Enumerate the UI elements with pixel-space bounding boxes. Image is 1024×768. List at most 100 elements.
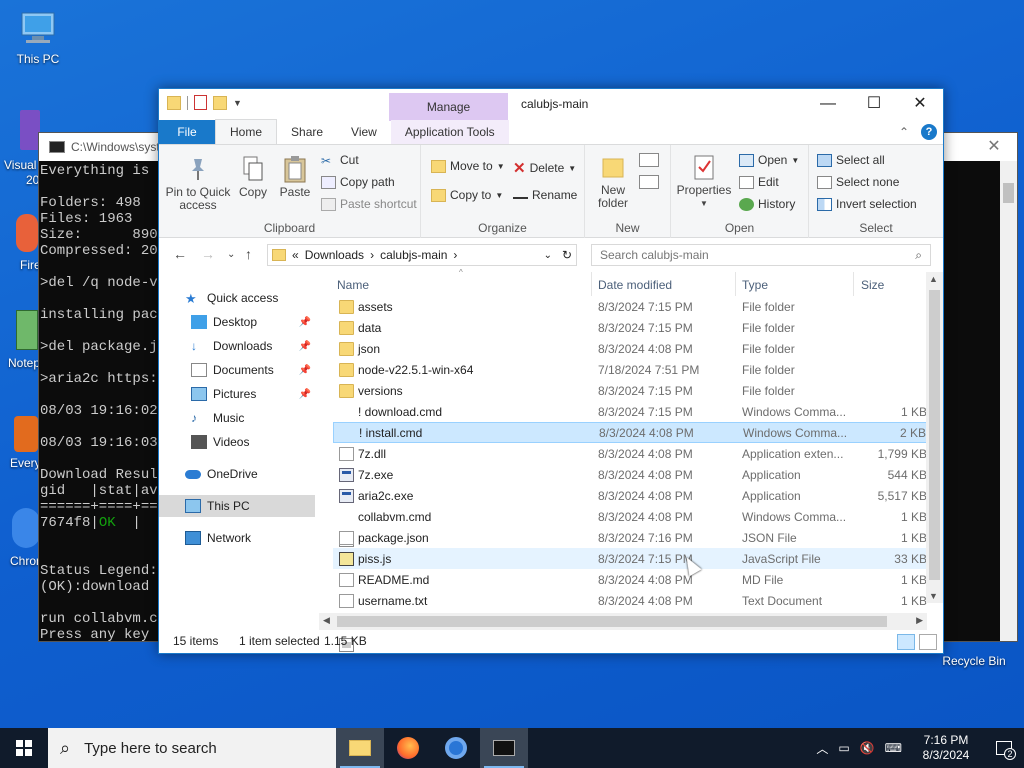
action-center-button[interactable]: 2 [984, 728, 1024, 768]
firefox-icon[interactable] [16, 214, 38, 252]
nav-onedrive[interactable]: OneDrive [159, 463, 315, 485]
nav-quick-access[interactable]: ★ Quick access [159, 287, 315, 309]
nav-videos[interactable]: Videos [159, 431, 315, 453]
manage-context-tab[interactable]: Manage [389, 93, 508, 121]
cut-button[interactable]: ✂ Cut [321, 153, 359, 168]
paste-button[interactable]: Paste [275, 155, 315, 199]
address-field[interactable]: « Downloads › calubjs-main › ⌄ ↻ [267, 244, 577, 266]
history-button[interactable]: History [739, 197, 795, 211]
taskbar-file-explorer[interactable] [336, 728, 384, 768]
desktop-icon-recycle-bin[interactable]: Recycle Bin [938, 640, 1010, 668]
collapse-ribbon-icon[interactable]: ⌃ [899, 125, 909, 139]
address-dropdown-icon[interactable]: ⌄ [544, 250, 552, 261]
file-list-horizontal-scrollbar[interactable]: ◀ ▶ [319, 613, 927, 630]
cmd-scroll-thumb[interactable] [1003, 183, 1014, 203]
file-row[interactable]: ! download.cmd 8/3/2024 7:15 PM Windows Co… [333, 401, 927, 547]
cmd-close-button[interactable]: ✕ [971, 133, 1017, 161]
delete-button[interactable]: ✕ Delete ▼ [513, 159, 576, 177]
file-row[interactable]: versions 8/3/2024 7:15 PM File folder [333, 380, 927, 401]
breadcrumb-calubjs-main[interactable]: calubjs-main [380, 248, 447, 262]
volume-muted-icon[interactable]: 🔇 [860, 741, 875, 755]
file-explorer-window[interactable]: ▼ Manage calubjs-main — ☐ ✕ File Home Sh… [158, 88, 944, 654]
taskbar-chromium[interactable] [432, 728, 480, 768]
copy-to-button[interactable]: Copy to ▼ [431, 188, 503, 202]
new-folder-qat-icon[interactable] [213, 95, 227, 110]
help-icon[interactable]: ? [921, 124, 937, 140]
tab-application-tools[interactable]: Application Tools [390, 120, 509, 144]
tab-file[interactable]: File [159, 120, 215, 144]
scroll-down-icon[interactable]: ▼ [929, 591, 938, 601]
file-row[interactable]: aria2c.exe 8/3/2024 4:08 PM Application 5,5… [333, 485, 927, 506]
column-name[interactable]: Name [337, 278, 369, 292]
cmd-scrollbar[interactable] [1000, 161, 1017, 641]
desktop-icon-this-pc[interactable]: This PC [2, 10, 74, 66]
close-button[interactable]: ✕ [897, 89, 943, 119]
scroll-thumb[interactable] [929, 290, 940, 580]
file-row[interactable]: json 8/3/2024 4:08 PM File folder [333, 338, 927, 359]
breadcrumb-downloads[interactable]: Downloads [305, 248, 364, 262]
file-row[interactable]: username.txt 8/3/2024 4:08 PM Text Documen… [333, 590, 927, 611]
scroll-left-icon[interactable]: ◀ [323, 615, 330, 626]
tab-share[interactable]: Share [277, 120, 337, 144]
search-input[interactable]: Search calubjs-main ⌕ [591, 244, 931, 266]
taskbar-search-box[interactable]: ⌕ Type here to search [48, 728, 336, 768]
maximize-button[interactable]: ☐ [851, 89, 897, 119]
nav-desktop[interactable]: Desktop 📌 [159, 311, 315, 333]
network-icon[interactable]: ▭ [838, 741, 849, 755]
taskbar-command-prompt[interactable] [480, 728, 528, 768]
nav-downloads[interactable]: ↓ Downloads 📌 [159, 335, 315, 357]
everything-icon[interactable] [14, 416, 38, 452]
file-row[interactable]: 7z.exe 8/3/2024 4:08 PM Application 544 KB [333, 464, 927, 485]
details-view-icon[interactable] [897, 634, 915, 650]
paste-shortcut-button[interactable]: Paste shortcut [321, 197, 417, 211]
nav-this-pc[interactable]: This PC [159, 495, 315, 517]
clock[interactable]: 7:16 PM 8/3/2024 [908, 733, 984, 763]
file-row[interactable]: collabvm.cmd 8/3/2024 4:08 PM Windows Comm… [333, 506, 927, 652]
scroll-right-icon[interactable]: ▶ [916, 615, 923, 626]
file-row[interactable]: assets 8/3/2024 7:15 PM File folder [333, 296, 927, 317]
column-type[interactable]: Type [742, 278, 768, 292]
visual-studio-icon[interactable] [20, 110, 40, 150]
new-item-icon[interactable] [639, 153, 659, 167]
copy-button[interactable]: Copy [233, 155, 273, 199]
minimize-button[interactable]: — [805, 89, 851, 119]
scroll-thumb[interactable] [337, 616, 887, 627]
properties-qat-icon[interactable] [194, 95, 207, 110]
nav-music[interactable]: ♪ Music [159, 407, 315, 429]
show-hidden-icons-chevron-icon[interactable]: ︿ [816, 740, 828, 757]
file-list-vertical-scrollbar[interactable]: ▲ ▼ [926, 272, 943, 603]
back-arrow-icon[interactable]: ← [173, 246, 187, 262]
taskbar-firefox[interactable] [384, 728, 432, 768]
forward-arrow-icon[interactable]: → [201, 246, 215, 262]
large-icons-view-icon[interactable] [919, 634, 937, 650]
file-row[interactable]: package.json 8/3/2024 7:16 PM JSON File 1 K… [333, 527, 927, 548]
open-button[interactable]: Open ▼ [739, 153, 799, 167]
tab-view[interactable]: View [337, 120, 391, 144]
rename-button[interactable]: Rename [513, 188, 577, 202]
refresh-icon[interactable]: ↻ [562, 248, 572, 262]
column-size[interactable]: Size [861, 278, 884, 292]
select-none-button[interactable]: Select none [817, 175, 899, 189]
notepad-icon[interactable] [16, 310, 38, 350]
move-to-button[interactable]: Move to ▼ [431, 159, 505, 173]
up-arrow-icon[interactable]: ↑ [245, 246, 252, 262]
input-indicator-icon[interactable]: ⌨ [885, 741, 902, 755]
file-row[interactable]: node-v22.5.1-win-x64 7/18/2024 7:51 PM Fil… [333, 359, 927, 380]
start-button[interactable] [0, 728, 48, 768]
breadcrumb-overflow[interactable]: « [292, 248, 299, 262]
tab-home[interactable]: Home [215, 119, 278, 144]
chrome-icon[interactable] [12, 508, 40, 548]
edit-button[interactable]: Edit [739, 175, 779, 189]
customize-qat-icon[interactable]: ▼ [233, 98, 242, 108]
file-row[interactable]: README.md 8/3/2024 4:08 PM MD File 1 KB [333, 569, 927, 590]
recent-locations-chevron-icon[interactable]: ⌄ [227, 249, 235, 260]
nav-network[interactable]: Network [159, 527, 315, 549]
explorer-titlebar[interactable]: ▼ Manage calubjs-main — ☐ ✕ [159, 89, 943, 121]
pin-to-quick-access-button[interactable]: Pin to Quick access [163, 155, 233, 212]
copy-path-button[interactable]: Copy path [321, 175, 395, 189]
nav-documents[interactable]: Documents 📌 [159, 359, 315, 381]
column-date-modified[interactable]: Date modified [598, 278, 672, 292]
nav-pictures[interactable]: Pictures 📌 [159, 383, 315, 405]
invert-selection-button[interactable]: Invert selection [817, 197, 917, 211]
file-row[interactable]: ! install.cmd 8/3/2024 4:08 PM Windows Com… [333, 422, 927, 569]
